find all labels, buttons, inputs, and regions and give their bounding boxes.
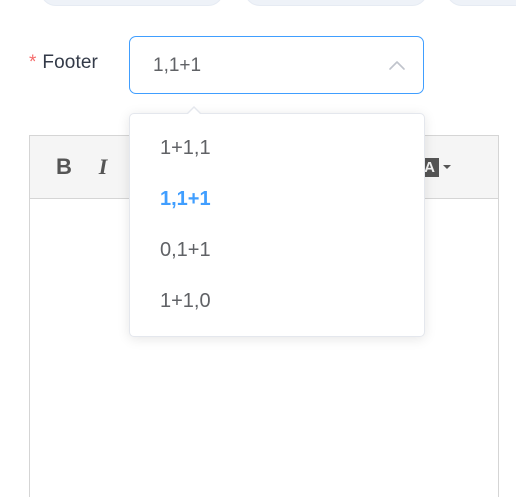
dropdown-pointer-fill (188, 108, 200, 114)
chevron-up-icon (389, 61, 405, 70)
caret-down-icon (443, 165, 451, 169)
footer-select-value: 1,1+1 (153, 55, 202, 76)
footer-label-text: Footer (42, 52, 98, 73)
top-pill[interactable] (40, 0, 224, 6)
page: * Footer 1,1+1 B I A 1+1,1 1,1+1 0,1+1 1… (0, 0, 516, 497)
footer-form-label: * Footer (29, 51, 98, 75)
top-pill[interactable] (446, 0, 516, 6)
top-pill[interactable] (244, 0, 428, 6)
dropdown-option[interactable]: 0,1+1 (130, 225, 424, 276)
footer-select-dropdown: 1+1,1 1,1+1 0,1+1 1+1,0 (129, 113, 425, 337)
dropdown-option[interactable]: 1+1,1 (130, 123, 424, 174)
dropdown-option-selected[interactable]: 1,1+1 (130, 174, 424, 225)
bold-button[interactable]: B (52, 153, 76, 181)
italic-icon: I (98, 154, 108, 179)
dropdown-option[interactable]: 1+1,0 (130, 276, 424, 327)
italic-button[interactable]: I (91, 153, 115, 181)
footer-select[interactable]: 1,1+1 (129, 36, 424, 94)
bold-icon: B (56, 154, 72, 179)
required-marker: * (29, 52, 37, 73)
background-color-button[interactable]: A (420, 153, 456, 181)
